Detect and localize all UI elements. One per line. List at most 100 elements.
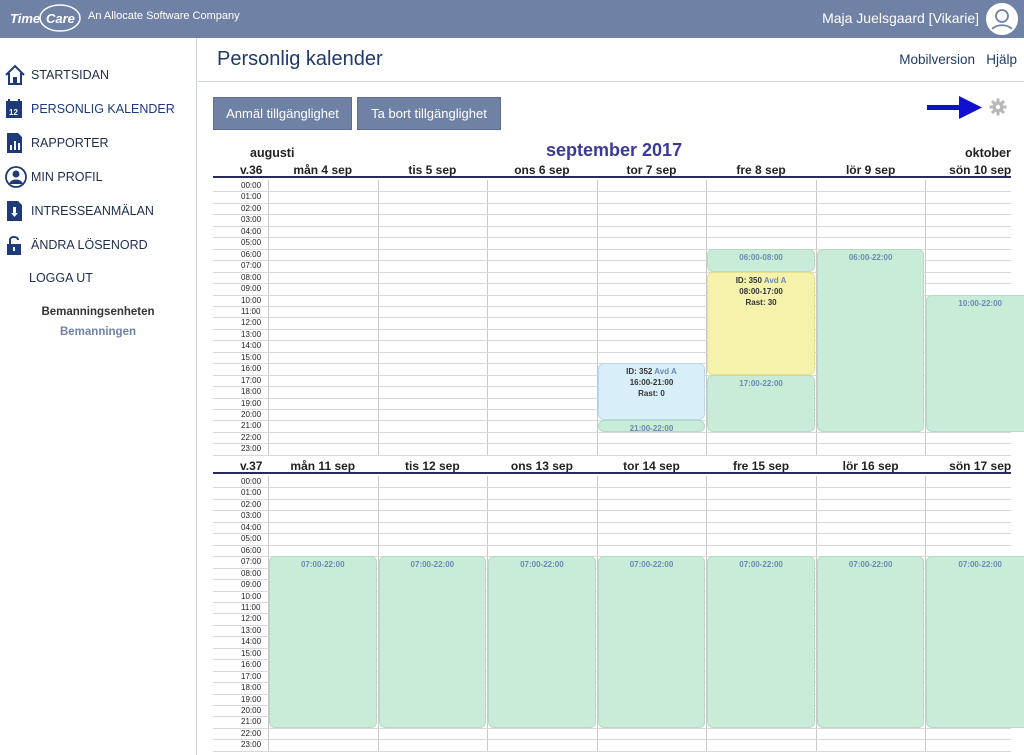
hour-label: 08:00 [241, 272, 262, 282]
calendar-event[interactable]: 07:00-22:00 [816, 556, 925, 728]
profile-icon [5, 166, 27, 188]
hour-label: 08:00 [241, 568, 262, 578]
hour-label: 11:00 [241, 306, 261, 316]
hour-label: 12:00 [241, 318, 262, 328]
gear-icon[interactable] [989, 98, 1007, 116]
svg-text:Care: Care [46, 11, 75, 26]
avatar-icon[interactable] [986, 3, 1018, 35]
event-text-main: 08:00-17:00 [739, 286, 783, 296]
sidebar-item-personlig-kalender[interactable]: 12 PERSONLIG KALENDER [0, 95, 196, 123]
event-text-main: 07:00-22:00 [739, 560, 783, 570]
hour-label: 14:00 [241, 637, 262, 647]
calendar-event[interactable]: 07:00-22:00 [378, 556, 487, 728]
arrow-icon [927, 95, 983, 121]
event-text: Rast: 30 [708, 297, 814, 308]
calendar-event[interactable]: 10:00-22:00 [926, 294, 1024, 432]
sidebar-item-rapporter[interactable]: RAPPORTER [0, 129, 196, 157]
event-text: ID: 350 Avd A [708, 275, 814, 286]
event-text-main: 10:00-22:00 [958, 298, 1002, 308]
calendar-event[interactable]: ID: 350 Avd A 08:00-17:00 Rast: 30 [707, 271, 815, 375]
day-header[interactable]: ons 6 sep [487, 163, 597, 177]
day-header[interactable]: fre 8 sep [706, 163, 816, 177]
event-text-main: 07:00-22:00 [848, 560, 893, 570]
sidebar-item-label: RAPPORTER [31, 136, 109, 150]
week-number: v.36 [240, 163, 263, 177]
hour-label: 21:00 [241, 717, 262, 727]
event-text: 16:00-21:00 [599, 377, 705, 388]
calendar-event[interactable]: ID: 352 Avd A 16:00-21:00 Rast: 0 [597, 363, 706, 421]
hour-label: 15:00 [241, 352, 262, 362]
day-header[interactable]: sön 17 sep [925, 459, 1024, 473]
week-number: v.37 [240, 459, 263, 473]
calendar-event[interactable]: 07:00-22:00 [488, 556, 596, 728]
event-text: 10:00-22:00 [927, 298, 1024, 309]
hour-gridline [213, 487, 1011, 489]
unit-sub-name[interactable]: Bemanningen [0, 326, 196, 338]
hour-label: 22:00 [241, 432, 262, 442]
home-icon [5, 64, 25, 86]
calendar-event[interactable]: 07:00-22:00 [926, 556, 1024, 728]
remove-availability-button[interactable]: Ta bort tillgänglighet [357, 97, 501, 130]
day-header[interactable]: fre 15 sep [706, 459, 816, 473]
hour-gridline [213, 454, 1011, 456]
calendar-event[interactable]: 07:00-22:00 [597, 556, 706, 728]
event-text-main: 07:00-22:00 [958, 560, 1002, 570]
event-text: ID: 352 Avd A [599, 366, 705, 377]
hour-label: 02:00 [241, 203, 262, 213]
day-header[interactable]: tis 5 sep [378, 163, 488, 177]
event-text: Rast: 0 [599, 388, 705, 399]
event-text-main: Rast: 0 [638, 389, 665, 399]
page-title: Personlig kalender [217, 48, 383, 70]
event-text: 07:00-22:00 [927, 559, 1024, 570]
event-unit: Avd A [763, 275, 787, 285]
help-link[interactable]: Hjälp [986, 52, 1017, 67]
user-name[interactable]: Maja Juelsgaard [Vikarie] [822, 10, 979, 26]
event-text: 21:00-22:00 [599, 423, 705, 434]
day-header[interactable]: lör 16 sep [816, 459, 926, 473]
day-header[interactable]: tor 7 sep [597, 163, 707, 177]
hour-gridline [213, 739, 1011, 741]
hour-gridline [213, 498, 1011, 500]
day-header[interactable]: mån 11 sep [268, 459, 378, 473]
calendar-event[interactable]: 06:00-08:00 [707, 248, 815, 272]
calendar-event[interactable]: 07:00-22:00 [269, 556, 377, 728]
hour-label: 16:00 [241, 660, 262, 670]
day-header[interactable]: lör 9 sep [816, 163, 926, 177]
calendar-week: v.37 mån 11 sep tis 12 sep ons 13 sep tor 14… [213, 458, 1024, 755]
day-header[interactable]: tis 12 sep [378, 459, 488, 473]
day-header[interactable]: mån 4 sep [268, 163, 378, 177]
calendar-event[interactable]: 21:00-22:00 [597, 420, 706, 434]
hour-label: 03:00 [241, 215, 262, 225]
calendar-event[interactable]: 06:00-22:00 [816, 248, 925, 432]
hour-label: 10:00 [241, 591, 262, 601]
calendar-event[interactable]: 07:00-22:00 [707, 556, 815, 728]
day-header[interactable]: sön 10 sep [925, 163, 1024, 177]
sidebar-item-min-profil[interactable]: MIN PROFIL [0, 163, 196, 191]
sidebar-item-intresseanmalan[interactable]: INTRESSEANMÄLAN [0, 197, 196, 225]
event-text-main: 07:00-22:00 [520, 560, 564, 570]
timecare-logo[interactable]: Time Care [8, 3, 82, 33]
sidebar-item-label: PERSONLIG KALENDER [31, 102, 175, 116]
hour-label: 15:00 [241, 648, 262, 658]
hour-gridline [213, 443, 1011, 445]
hour-label: 13:00 [241, 625, 262, 635]
hour-label: 09:00 [241, 284, 262, 294]
hour-label: 01:00 [241, 488, 262, 498]
sidebar-item-startsidan[interactable]: STARTSIDAN [0, 61, 196, 89]
sidebar-item-label: ÄNDRA LÖSENORD [31, 238, 148, 252]
event-text: 06:00-22:00 [818, 252, 924, 263]
hour-label: 16:00 [241, 364, 262, 374]
previous-month-link[interactable]: augusti [250, 146, 294, 160]
day-header[interactable]: tor 14 sep [597, 459, 707, 473]
register-availability-button[interactable]: Anmäl tillgänglighet [213, 97, 352, 130]
hour-gridline [213, 202, 1011, 204]
logout-link[interactable]: LOGGA UT [29, 271, 93, 285]
sidebar-item-andra-losenord[interactable]: ÄNDRA LÖSENORD [0, 231, 196, 259]
hour-gridline [213, 510, 1011, 512]
hour-label: 20:00 [241, 410, 262, 419]
calendar-event[interactable]: 17:00-22:00 [707, 374, 815, 432]
next-month-link[interactable]: oktober [965, 146, 1011, 160]
day-header[interactable]: ons 13 sep [487, 459, 597, 473]
mobile-version-link[interactable]: Mobilversion [899, 52, 975, 67]
event-text: 07:00-22:00 [380, 559, 486, 570]
